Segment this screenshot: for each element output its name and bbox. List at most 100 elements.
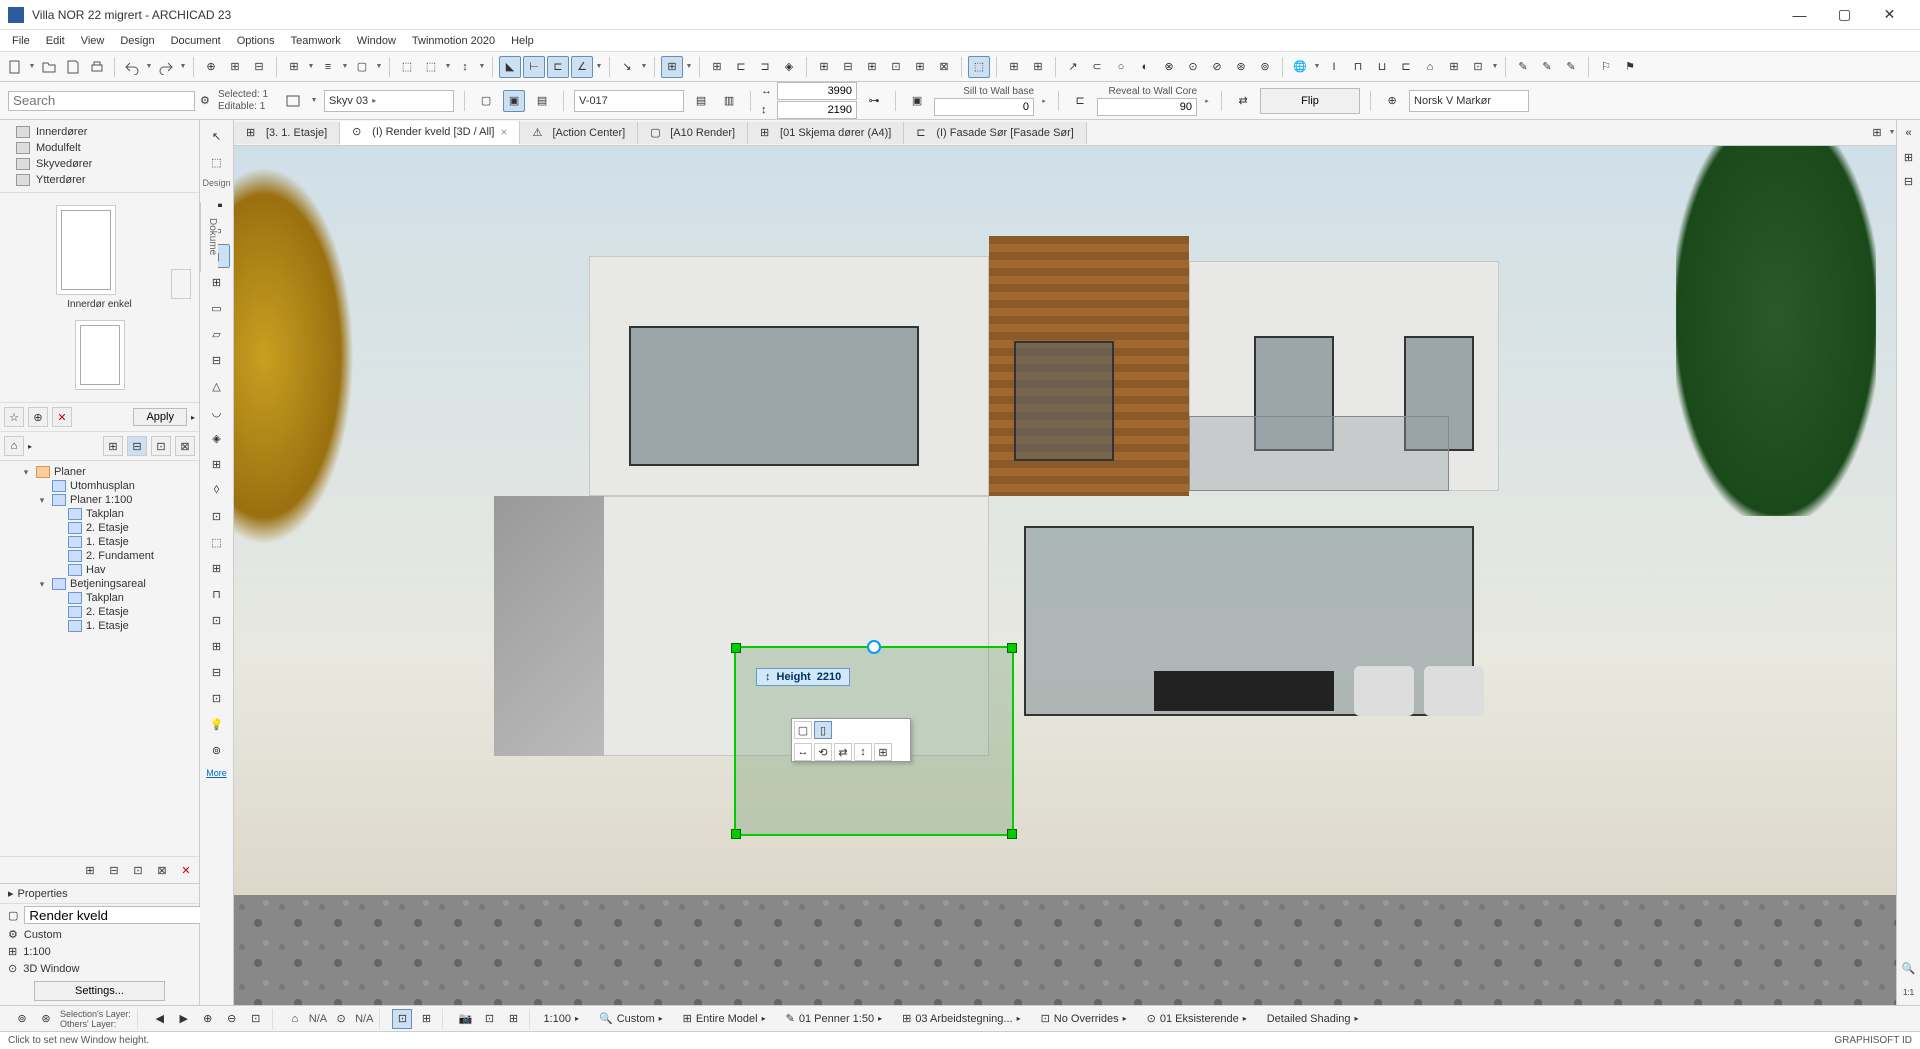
- s4-button[interactable]: ⊏: [1395, 56, 1417, 78]
- menu-design[interactable]: Design: [112, 33, 162, 49]
- snap-angle-button[interactable]: ∠: [571, 56, 593, 78]
- e3-button[interactable]: ⊞: [861, 56, 883, 78]
- qb-cam1-button[interactable]: 📷: [455, 1009, 475, 1029]
- view-name-input[interactable]: [24, 906, 211, 924]
- pet-multiply[interactable]: ⊞: [874, 743, 892, 761]
- column-tool[interactable]: ⊞: [204, 270, 230, 294]
- tree-hav[interactable]: Hav: [0, 563, 199, 577]
- menu-document[interactable]: Document: [163, 33, 229, 49]
- selection-handle[interactable]: [731, 643, 741, 653]
- tree-1etasje[interactable]: 1. Etasje: [0, 535, 199, 549]
- snap-mid-button[interactable]: ⊢: [523, 56, 545, 78]
- folder-ytterdorer[interactable]: Ytterdører: [0, 172, 199, 188]
- pen3-button[interactable]: ✎: [1560, 56, 1582, 78]
- save-button[interactable]: [62, 56, 84, 78]
- nav-delete-button[interactable]: ✕: [177, 861, 195, 879]
- redo-button[interactable]: [155, 56, 177, 78]
- t2-tool[interactable]: ⊟: [204, 660, 230, 684]
- 3d-viewport[interactable]: ↕ Height 2210 ▢ ▯ ↔ ⟲ ⇄ ↕ ⊞: [234, 146, 1896, 1005]
- geom2-button[interactable]: ▣: [503, 90, 525, 112]
- qb-zoom1-button[interactable]: ⊕: [198, 1009, 218, 1029]
- new-button[interactable]: [4, 56, 26, 78]
- fav-star-button[interactable]: ☆: [4, 407, 24, 427]
- s7-button[interactable]: ⊡: [1467, 56, 1489, 78]
- layer-icon1[interactable]: ⊚: [12, 1009, 32, 1029]
- flip-icon[interactable]: ⇄: [1232, 90, 1254, 112]
- qb-zoom-combo[interactable]: 🔍Custom▸: [592, 1010, 670, 1027]
- scale-row[interactable]: ⊞1:100: [0, 943, 199, 960]
- nav-project-dropdown[interactable]: ▸: [28, 442, 32, 451]
- default-settings-button[interactable]: [282, 90, 304, 112]
- suspend-button[interactable]: ⬚: [968, 56, 990, 78]
- g2-button[interactable]: ⊏: [730, 56, 752, 78]
- qb-zoom2-button[interactable]: ⊖: [222, 1009, 242, 1029]
- menu-edit[interactable]: Edit: [38, 33, 73, 49]
- qb-cam3-button[interactable]: ⊞: [503, 1009, 523, 1029]
- status-brand[interactable]: GRAPHISOFT ID: [1834, 1035, 1912, 1046]
- fav-delete-button[interactable]: ✕: [52, 407, 72, 427]
- nav-mode4-button[interactable]: ⊠: [175, 436, 195, 456]
- menu-window[interactable]: Window: [349, 33, 404, 49]
- pick-button[interactable]: ⊕: [200, 56, 222, 78]
- geom1-button[interactable]: ▢: [475, 90, 497, 112]
- qb-scale-combo[interactable]: 1:100▸: [536, 1011, 586, 1027]
- marker-icon-button[interactable]: ⊕: [1381, 90, 1403, 112]
- rs-opt2-button[interactable]: ⊟: [1900, 172, 1918, 190]
- menu-file[interactable]: File: [4, 33, 38, 49]
- new-dropdown[interactable]: ▼: [28, 56, 36, 78]
- geom3-button[interactable]: ▤: [531, 90, 553, 112]
- object-tool[interactable]: ⊡: [204, 504, 230, 528]
- qb-reno-combo[interactable]: ⊞03 Arbeidstegning...▸: [895, 1010, 1027, 1027]
- layer-icon2[interactable]: ⊛: [36, 1009, 56, 1029]
- g3-button[interactable]: ⊐: [754, 56, 776, 78]
- marker2-button[interactable]: ⚑: [1619, 56, 1641, 78]
- apply-button[interactable]: Apply: [133, 408, 187, 426]
- print-button[interactable]: [86, 56, 108, 78]
- tab-nav-button[interactable]: ⊞: [1866, 122, 1888, 144]
- tab-render-3d[interactable]: ⊙(I) Render kveld [3D / All]×: [340, 121, 520, 145]
- rs-opt1-button[interactable]: ⊞: [1900, 148, 1918, 166]
- tree-2etasje[interactable]: 2. Etasje: [0, 521, 199, 535]
- e6-button[interactable]: ⊠: [933, 56, 955, 78]
- properties-header[interactable]: ▸Properties: [0, 884, 199, 904]
- tab-schedule[interactable]: ⊞[01 Skjema dører (A4)]: [748, 122, 904, 144]
- tab-close-button[interactable]: ×: [500, 125, 507, 139]
- selection-handle[interactable]: [731, 829, 741, 839]
- menu-view[interactable]: View: [73, 33, 113, 49]
- c2-button[interactable]: ⊂: [1086, 56, 1108, 78]
- qb-home-button[interactable]: ⌂: [285, 1009, 305, 1029]
- skylight-tool[interactable]: ◈: [204, 426, 230, 450]
- pet-opt1[interactable]: ▢: [794, 721, 812, 739]
- nav-mode1-button[interactable]: ⊞: [103, 436, 123, 456]
- id-opt2-button[interactable]: ▥: [718, 90, 740, 112]
- e4-button[interactable]: ⊡: [885, 56, 907, 78]
- stair-tool[interactable]: ⊟: [204, 348, 230, 372]
- preview-thumbnail-2[interactable]: [75, 320, 125, 390]
- rs-expand-button[interactable]: «: [1900, 124, 1918, 142]
- f1-button[interactable]: ⊞: [1003, 56, 1025, 78]
- viewtype-row[interactable]: ⊙3D Window: [0, 960, 199, 977]
- qb-override-combo[interactable]: ⊡No Overrides▸: [1034, 1010, 1134, 1027]
- pet-rotate[interactable]: ⟲: [814, 743, 832, 761]
- qb-fwd-button[interactable]: ▶: [174, 1009, 194, 1029]
- pet-move[interactable]: ↔: [794, 743, 812, 761]
- curtain-tool[interactable]: ⊞: [204, 452, 230, 476]
- s6-button[interactable]: ⊞: [1443, 56, 1465, 78]
- pet-elevate[interactable]: ↕: [854, 743, 872, 761]
- pen2-button[interactable]: ✎: [1536, 56, 1558, 78]
- m2-dropdown[interactable]: ▼: [444, 56, 452, 78]
- arrow-tool[interactable]: ↖: [204, 124, 230, 148]
- tree-planer[interactable]: ▾Planer: [0, 465, 199, 479]
- shell-tool[interactable]: ◡: [204, 400, 230, 424]
- align2-button[interactable]: ⊟: [248, 56, 270, 78]
- custom-row[interactable]: ⚙Custom: [0, 926, 199, 943]
- tab-fasade[interactable]: ⊏(I) Fasade Sør [Fasade Sør]: [904, 122, 1087, 144]
- railing-tool[interactable]: ⊓: [204, 582, 230, 606]
- marquee-tool[interactable]: ⬚: [204, 150, 230, 174]
- default-settings-dropdown[interactable]: ▼: [310, 90, 318, 112]
- menu-help[interactable]: Help: [503, 33, 542, 49]
- pet-opt2[interactable]: ▯: [814, 721, 832, 739]
- trace-dropdown[interactable]: ▼: [375, 56, 383, 78]
- marker-combo[interactable]: Norsk V Markør: [1409, 90, 1529, 112]
- tree-fundament[interactable]: 2. Fundament: [0, 549, 199, 563]
